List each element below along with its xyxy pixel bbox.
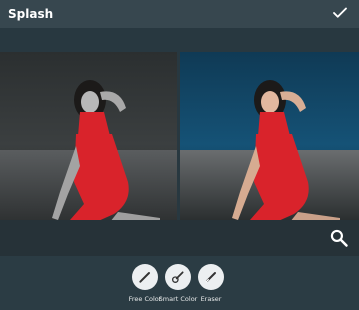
app-title: Splash [8,7,54,21]
tool-bar: Free Color Smart Color Eraser [0,256,359,310]
tool-label: Eraser [200,295,222,303]
app-bar: Splash [0,0,359,28]
secondary-toolbar [0,220,359,256]
eraser-icon [198,264,224,290]
eraser-button[interactable]: Eraser [189,264,233,303]
photo-canvas[interactable] [0,52,359,220]
model-figure [52,80,160,220]
original-preview-image[interactable] [180,52,359,220]
splash-preview-image[interactable] [0,52,177,220]
zoom-icon[interactable] [329,228,349,248]
smart-brush-icon [165,264,191,290]
brush-icon [132,264,158,290]
check-icon[interactable] [331,4,349,22]
model-figure [232,80,340,220]
